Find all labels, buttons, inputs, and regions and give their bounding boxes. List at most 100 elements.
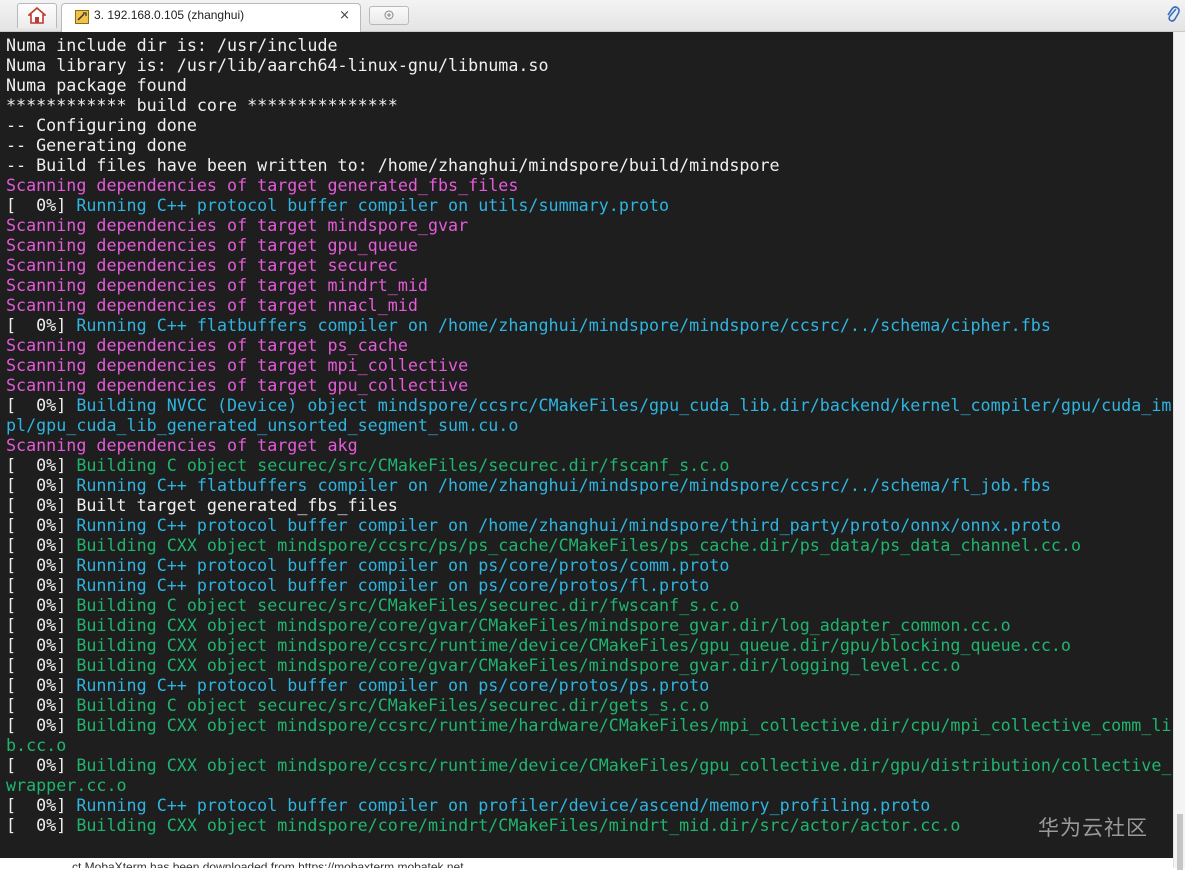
terminal-line: [ 0%] Building CXX object mindspore/core… bbox=[6, 815, 960, 835]
paperclip-icon[interactable] bbox=[1166, 4, 1180, 24]
terminal-line: [ 0%] Building NVCC (Device) object mind… bbox=[6, 395, 1171, 415]
terminal-line: [ 0%] Running C++ protocol buffer compil… bbox=[6, 575, 709, 595]
terminal-output[interactable]: Numa include dir is: /usr/include Numa li… bbox=[0, 32, 1173, 862]
terminal-line: Scanning dependencies of target mindrt_m… bbox=[6, 275, 428, 295]
scrollbar-thumb[interactable] bbox=[1177, 814, 1183, 870]
terminal-text-segment: [ 0%] bbox=[6, 595, 77, 615]
terminal-line: Scanning dependencies of target mpi_coll… bbox=[6, 355, 468, 375]
terminal-text-segment: [ 0%] bbox=[6, 755, 77, 775]
terminal-text-segment: pl/gpu_cuda_lib_generated_unsorted_segme… bbox=[6, 415, 519, 435]
terminal-line: [ 0%] Building C object securec/src/CMak… bbox=[6, 595, 739, 615]
terminal-line: [ 0%] Running C++ flatbuffers compiler o… bbox=[6, 475, 1051, 495]
terminal-text-segment: Scanning dependencies of target ps_cache bbox=[6, 335, 408, 355]
terminal-line: -- Generating done bbox=[6, 135, 187, 155]
status-hint: …ct MobaXterm has been downloaded from h… bbox=[0, 858, 1173, 868]
terminal-text-segment: [ 0%] bbox=[6, 315, 77, 335]
terminal-text-segment: [ 0%] bbox=[6, 475, 77, 495]
terminal-text-segment: b.cc.o bbox=[6, 735, 67, 755]
terminal-text-segment: Scanning dependencies of target mindrt_m… bbox=[6, 275, 428, 295]
terminal-text-segment: Numa include dir is: /usr/include bbox=[6, 35, 338, 55]
terminal-line: Scanning dependencies of target gpu_queu… bbox=[6, 235, 418, 255]
terminal-text-segment: Running C++ protocol buffer compiler on … bbox=[76, 515, 1061, 535]
home-icon bbox=[28, 7, 46, 24]
terminal-text-segment: Scanning dependencies of target generate… bbox=[6, 175, 519, 195]
terminal-text-segment: -- Build files have been written to: /ho… bbox=[6, 155, 780, 175]
terminal-text-segment: Building CXX object mindspore/core/gvar/… bbox=[76, 655, 961, 675]
terminal-text-segment: Scanning dependencies of target gpu_coll… bbox=[6, 375, 469, 395]
terminal-line: Scanning dependencies of target generate… bbox=[6, 175, 518, 195]
terminal-text-segment: -- Configuring done bbox=[6, 115, 197, 135]
terminal-line: pl/gpu_cuda_lib_generated_unsorted_segme… bbox=[6, 415, 518, 435]
terminal-line: [ 0%] Building C object securec/src/CMak… bbox=[6, 455, 729, 475]
home-button[interactable] bbox=[17, 3, 57, 28]
terminal-line: Scanning dependencies of target akg bbox=[6, 435, 358, 455]
terminal-line: -- Configuring done bbox=[6, 115, 197, 135]
terminal-line: -- Build files have been written to: /ho… bbox=[6, 155, 780, 175]
terminal-text-segment: [ 0%] bbox=[6, 715, 77, 735]
terminal-text-segment: Building CXX object mindspore/core/gvar/… bbox=[76, 615, 1011, 635]
terminal-text-segment: [ 0%] bbox=[6, 535, 77, 555]
terminal-text-segment: [ 0%] bbox=[6, 515, 77, 535]
terminal-text-segment: Numa package found bbox=[6, 75, 187, 95]
terminal-line: Scanning dependencies of target securec bbox=[6, 255, 398, 275]
terminal-line: [ 0%] Building CXX object mindspore/ccsr… bbox=[6, 535, 1081, 555]
terminal-line: [ 0%] Running C++ protocol buffer compil… bbox=[6, 515, 1061, 535]
terminal-line: [ 0%] Building CXX object mindspore/core… bbox=[6, 655, 960, 675]
terminal-text-segment: [ 0%] bbox=[6, 615, 77, 635]
tab-title: 3. 192.168.0.105 (zhanghui) bbox=[94, 8, 245, 22]
terminal-line: [ 0%] Building CXX object mindspore/ccsr… bbox=[6, 755, 1171, 775]
terminal-text-segment: [ 0%] bbox=[6, 555, 77, 575]
terminal-line: [ 0%] Running C++ protocol buffer compil… bbox=[6, 555, 729, 575]
terminal-text-segment: Scanning dependencies of target nnacl_mi… bbox=[6, 295, 418, 315]
terminal-text-segment: [ 0%] Built target generated_fbs_files bbox=[6, 495, 398, 515]
terminal-line: [ 0%] Building C object securec/src/CMak… bbox=[6, 695, 709, 715]
terminal-text-segment: Building CXX object mindspore/ccsrc/runt… bbox=[76, 635, 1071, 655]
terminal-line: Numa library is: /usr/lib/aarch64-linux-… bbox=[6, 55, 549, 75]
terminal-text-segment: Building CXX object mindspore/ccsrc/runt… bbox=[76, 755, 1172, 775]
terminal-text-segment: Scanning dependencies of target akg bbox=[6, 435, 358, 455]
terminal-text-segment: Building C object securec/src/CMakeFiles… bbox=[76, 695, 710, 715]
terminal-text-segment: Running C++ protocol buffer compiler on … bbox=[76, 675, 710, 695]
terminal-text-segment: [ 0%] bbox=[6, 455, 77, 475]
terminal-line: [ 0%] Running C++ protocol buffer compil… bbox=[6, 795, 930, 815]
terminal-line: [ 0%] Building CXX object mindspore/ccsr… bbox=[6, 715, 1171, 735]
terminal-text-segment: [ 0%] bbox=[6, 395, 77, 415]
terminal-line: [ 0%] Running C++ protocol buffer compil… bbox=[6, 675, 709, 695]
terminal-line: [ 0%] Building CXX object mindspore/ccsr… bbox=[6, 635, 1071, 655]
terminal-text-segment: [ 0%] bbox=[6, 195, 77, 215]
terminal-text-segment: Numa library is: /usr/lib/aarch64-linux-… bbox=[6, 55, 549, 75]
terminal-text-segment: Building CXX object mindspore/ccsrc/ps/p… bbox=[76, 535, 1082, 555]
terminal-text-segment: Running C++ protocol buffer compiler on … bbox=[76, 195, 670, 215]
watermark: 华为云社区 bbox=[1038, 816, 1148, 840]
terminal-text-segment: [ 0%] bbox=[6, 675, 77, 695]
terminal-line: [ 0%] Built target generated_fbs_files bbox=[6, 495, 398, 515]
terminal-text-segment: [ 0%] bbox=[6, 575, 77, 595]
terminal-line: [ 0%] Running C++ flatbuffers compiler o… bbox=[6, 315, 1051, 335]
terminal-session-icon bbox=[75, 10, 89, 24]
terminal-line: Scanning dependencies of target ps_cache bbox=[6, 335, 408, 355]
terminal-text-segment: ************ build core *************** bbox=[6, 95, 398, 115]
terminal-text-segment: Running C++ flatbuffers compiler on /hom… bbox=[76, 315, 1051, 335]
terminal-line: wrapper.cc.o bbox=[6, 775, 127, 795]
terminal-text-segment: [ 0%] bbox=[6, 695, 77, 715]
terminal-line: Scanning dependencies of target mindspor… bbox=[6, 215, 468, 235]
terminal-text-segment: [ 0%] bbox=[6, 795, 77, 815]
terminal-text-segment: Running C++ protocol buffer compiler on … bbox=[76, 575, 710, 595]
terminal-line: Scanning dependencies of target nnacl_mi… bbox=[6, 295, 418, 315]
vertical-scrollbar[interactable] bbox=[1173, 32, 1185, 870]
terminal-text-segment: Running C++ flatbuffers compiler on /hom… bbox=[76, 475, 1051, 495]
terminal-text-segment: Scanning dependencies of target securec bbox=[6, 255, 398, 275]
terminal-line: Numa package found bbox=[6, 75, 187, 95]
terminal-line: b.cc.o bbox=[6, 735, 66, 755]
new-tab-button[interactable] bbox=[369, 6, 409, 25]
tab-ssh-session[interactable]: 3. 192.168.0.105 (zhanghui) × bbox=[61, 3, 361, 32]
terminal-text-segment: Building C object securec/src/CMakeFiles… bbox=[76, 455, 730, 475]
terminal-text-segment: Building NVCC (Device) object mindspore/… bbox=[76, 395, 1172, 415]
terminal-text-segment: Scanning dependencies of target mpi_coll… bbox=[6, 355, 469, 375]
terminal-text-segment: Building C object securec/src/CMakeFiles… bbox=[76, 595, 740, 615]
terminal-text-segment: Building CXX object mindspore/core/mindr… bbox=[76, 815, 961, 835]
terminal-text-segment: [ 0%] bbox=[6, 635, 77, 655]
status-hint-text: …ct MobaXterm has been downloaded from h… bbox=[60, 860, 464, 868]
terminal-line: [ 0%] Building CXX object mindspore/core… bbox=[6, 615, 1011, 635]
close-tab-icon[interactable]: × bbox=[339, 8, 350, 23]
